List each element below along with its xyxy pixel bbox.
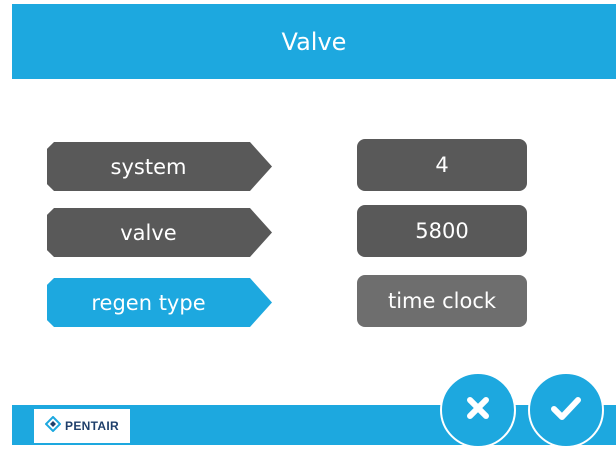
pentair-diamond-icon	[44, 415, 62, 436]
setting-label-text: valve	[120, 220, 177, 245]
setting-value-regen-type[interactable]: time clock	[357, 275, 527, 327]
pentair-logo: PENTAIR	[34, 409, 130, 443]
setting-label-text: system	[110, 154, 187, 179]
setting-value-valve[interactable]: 5800	[357, 205, 527, 257]
setting-label-regen-type[interactable]: regen type	[47, 278, 272, 327]
setting-value-text: 4	[435, 153, 449, 177]
setting-label-text: regen type	[91, 290, 206, 315]
setting-label-system[interactable]: system	[47, 142, 272, 191]
setting-value-text: time clock	[387, 289, 497, 313]
logo-text: PENTAIR	[65, 419, 119, 433]
close-icon	[463, 393, 493, 427]
setting-label-valve[interactable]: valve	[47, 208, 272, 257]
header-bar: Valve	[12, 4, 616, 79]
setting-value-system[interactable]: 4	[357, 139, 527, 191]
setting-value-text: 5800	[415, 219, 469, 243]
page-title: Valve	[281, 27, 347, 56]
confirm-button[interactable]	[528, 372, 604, 448]
check-icon	[549, 393, 583, 427]
cancel-button[interactable]	[440, 372, 516, 448]
